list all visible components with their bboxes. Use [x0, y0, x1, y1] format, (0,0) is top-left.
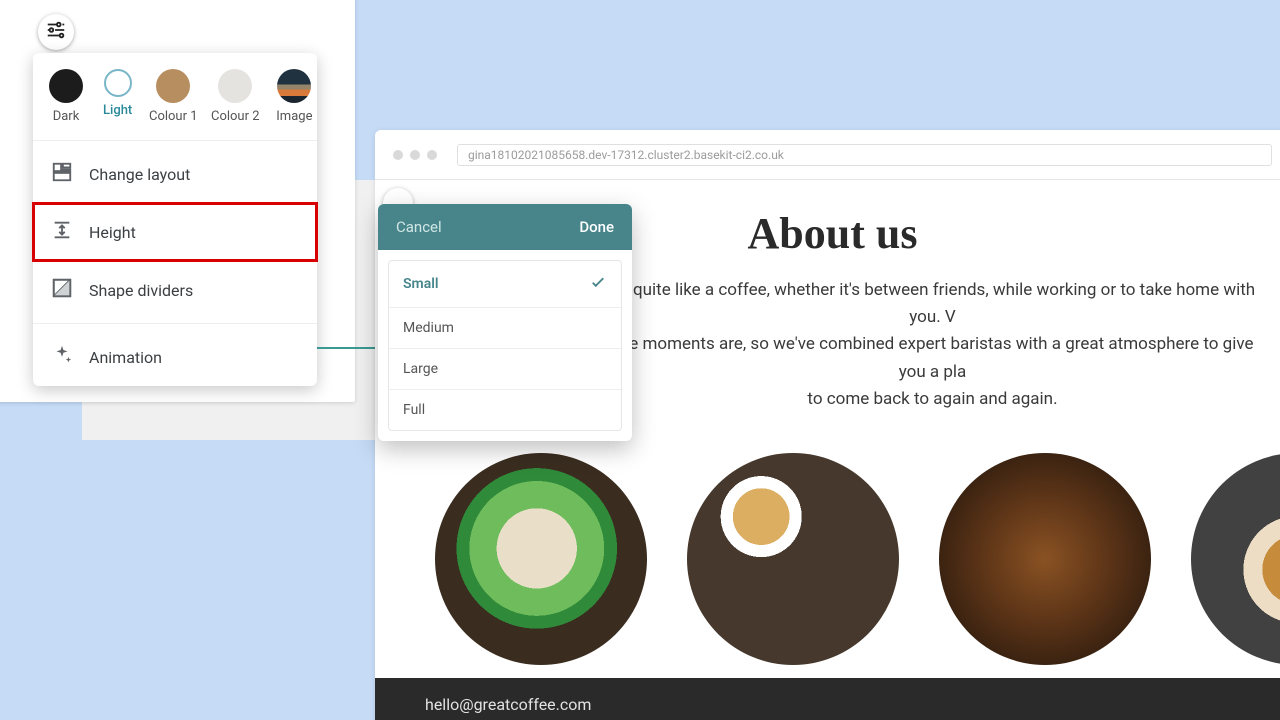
swatch-label: Light — [103, 103, 132, 118]
swatch-circle — [49, 69, 83, 103]
background-swatch-row: Dark Light Colour 1 Colour 2 Image — [33, 69, 317, 136]
swatch-label: Colour 1 — [149, 109, 198, 124]
option-label: Full — [403, 402, 425, 418]
swatch-label: Image — [276, 109, 312, 124]
panel-item-label: Shape dividers — [89, 281, 193, 300]
about-photo-4 — [1191, 453, 1280, 665]
swatch-circle — [277, 69, 311, 103]
height-option-full[interactable]: Full — [389, 390, 621, 430]
image-row — [435, 453, 1280, 665]
about-photo-3 — [939, 453, 1151, 665]
swatch-label: Dark — [53, 109, 80, 124]
sparkle-icon — [51, 344, 73, 370]
option-label: Large — [403, 361, 438, 377]
window-dots — [393, 150, 437, 160]
height-option-small[interactable]: Small — [389, 261, 621, 308]
page-paragraph: ng quite like a coffee, whether it's bet… — [605, 277, 1260, 413]
check-icon — [589, 273, 607, 295]
height-option-medium[interactable]: Medium — [389, 308, 621, 349]
section-style-panel: Dark Light Colour 1 Colour 2 Image Chang… — [33, 53, 317, 386]
panel-divider — [33, 140, 317, 141]
height-popover-header: Cancel Done — [378, 204, 632, 250]
height-popover: Cancel Done Small Medium Large Full — [378, 204, 632, 441]
cancel-button[interactable]: Cancel — [396, 218, 442, 236]
height-option-large[interactable]: Large — [389, 349, 621, 390]
option-label: Small — [403, 276, 439, 292]
swatch-light[interactable]: Light — [103, 69, 132, 124]
panel-item-label: Animation — [89, 348, 162, 367]
swatch-circle — [156, 69, 190, 103]
shape-dividers-icon — [51, 277, 73, 303]
change-layout-item[interactable]: Change layout — [33, 145, 317, 203]
url-text: gina18102021085658.dev-17312.cluster2.ba… — [468, 148, 784, 162]
animation-item[interactable]: Animation — [33, 328, 317, 386]
panel-divider — [33, 323, 317, 324]
about-photo-1 — [435, 453, 647, 665]
about-photo-2 — [687, 453, 899, 665]
browser-chrome: gina18102021085658.dev-17312.cluster2.ba… — [375, 130, 1280, 180]
swatch-image[interactable]: Image — [276, 69, 312, 124]
connector-line — [317, 347, 377, 349]
shape-dividers-item[interactable]: Shape dividers — [33, 261, 317, 319]
height-popover-body: Small Medium Large Full — [378, 250, 632, 441]
footer-email: hello@greatcoffee.com — [425, 695, 591, 714]
swatch-label: Colour 2 — [211, 109, 260, 124]
height-item[interactable]: Height — [33, 203, 317, 261]
panel-item-label: Height — [89, 223, 136, 242]
swatch-dark[interactable]: Dark — [49, 69, 83, 124]
layout-icon — [51, 161, 73, 187]
address-bar[interactable]: gina18102021085658.dev-17312.cluster2.ba… — [457, 144, 1272, 166]
swatch-colour-2[interactable]: Colour 2 — [214, 69, 256, 124]
panel-item-label: Change layout — [89, 165, 190, 184]
swatch-circle — [104, 69, 132, 97]
swatch-colour-1[interactable]: Colour 1 — [152, 69, 194, 124]
swatch-circle — [218, 69, 252, 103]
done-button[interactable]: Done — [579, 218, 614, 236]
height-options-list: Small Medium Large Full — [388, 260, 622, 431]
section-settings-button[interactable] — [38, 14, 74, 50]
option-label: Medium — [403, 320, 454, 336]
height-icon — [51, 219, 73, 245]
tune-icon — [45, 19, 67, 45]
page-footer: hello@greatcoffee.com — [375, 678, 1280, 720]
